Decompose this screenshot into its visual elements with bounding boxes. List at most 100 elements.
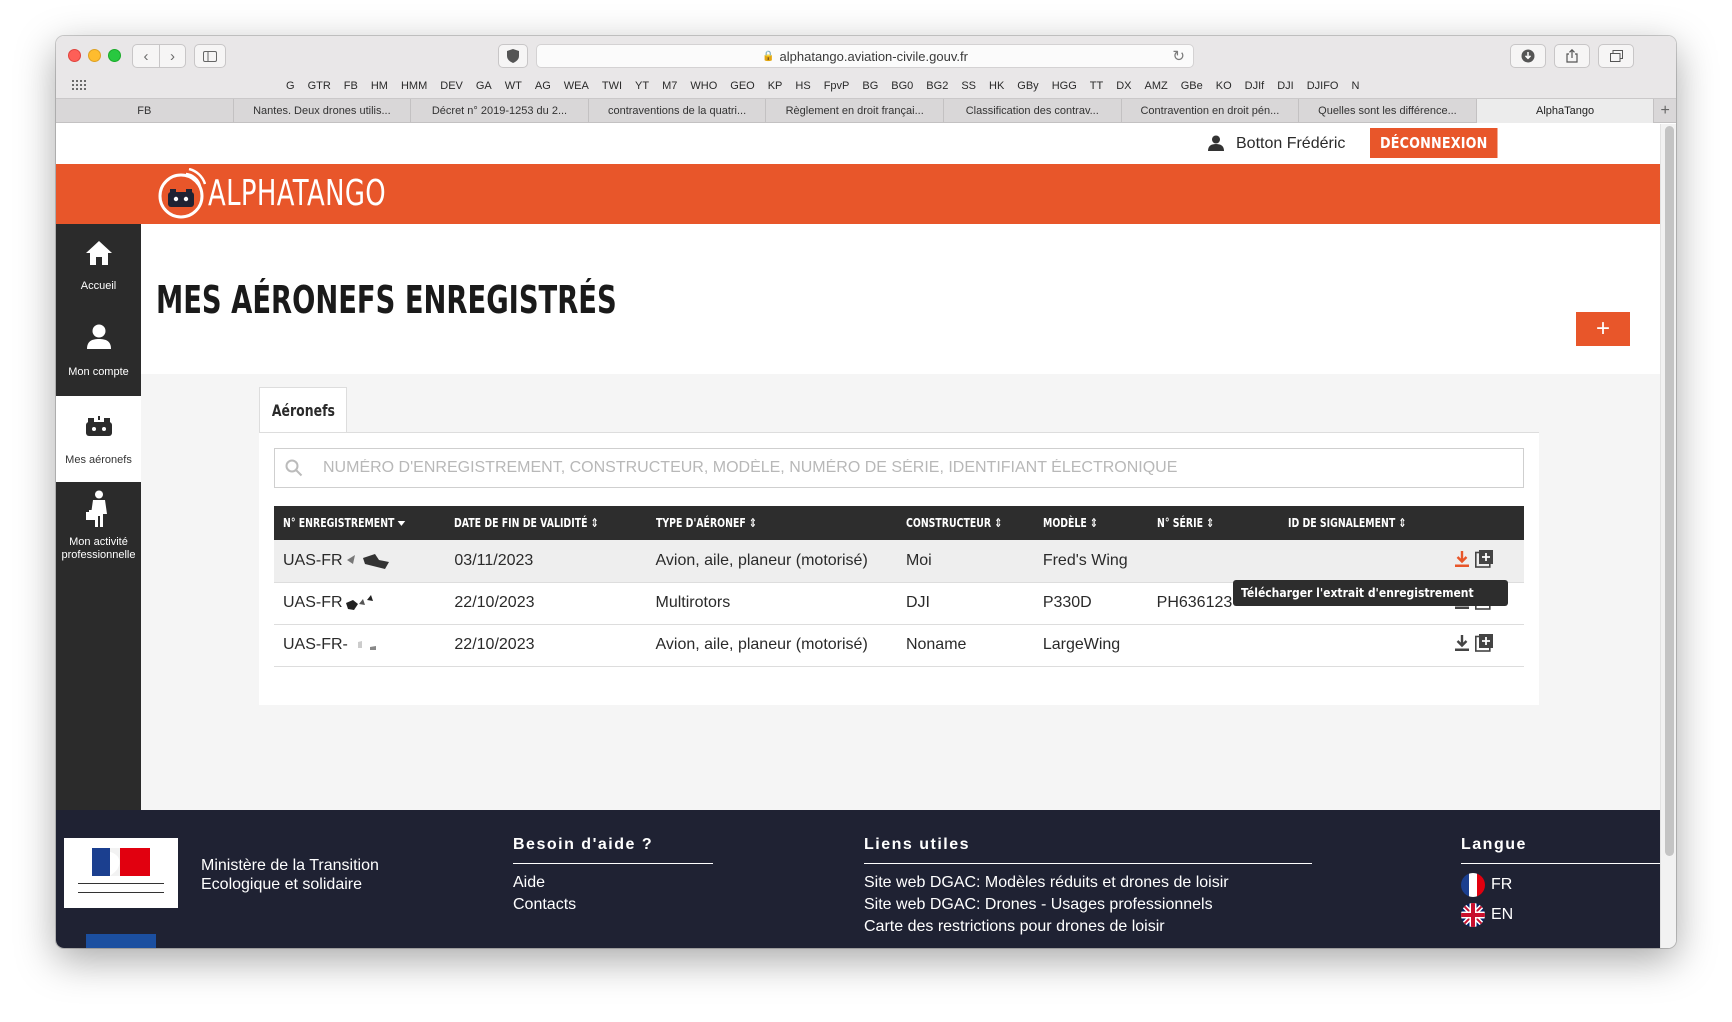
lang-en[interactable]: EN xyxy=(1461,900,1660,930)
col-model[interactable]: MODÈLE ⇕ xyxy=(1033,506,1148,540)
bookmark-item[interactable]: TT xyxy=(1090,80,1103,92)
bookmark-item[interactable]: DJIFO xyxy=(1307,80,1339,92)
footer-link-pro[interactable]: Site web DGAC: Drones - Usages professio… xyxy=(864,894,1312,916)
footer-link-loisir[interactable]: Site web DGAC: Modèles réduits et drones… xyxy=(864,872,1312,894)
nav-item-mes-aeronefs[interactable]: Mes aéronefs xyxy=(56,396,141,482)
browser-tab[interactable]: AlphaTango xyxy=(1476,99,1655,123)
footer-help-title: Besoin d'aide ? xyxy=(513,836,713,864)
lock-icon: 🔒 xyxy=(762,50,775,62)
bookmark-item[interactable]: WEA xyxy=(564,80,589,92)
browser-tab[interactable]: Contravention en droit pén... xyxy=(1122,99,1300,123)
nav-item-activite-pro[interactable]: Mon activité professionnelle xyxy=(56,482,141,582)
search-box xyxy=(274,448,1524,488)
bookmark-item[interactable]: M7 xyxy=(662,80,677,92)
bookmark-item[interactable]: GTR xyxy=(308,80,331,92)
reload-icon[interactable]: ↻ xyxy=(1172,47,1185,65)
browser-tab[interactable]: contraventions de la quatri... xyxy=(589,99,767,123)
bookmark-item[interactable]: TWI xyxy=(602,80,622,92)
bookmark-item[interactable]: HGG xyxy=(1052,80,1077,92)
bookmark-item[interactable]: HK xyxy=(989,80,1004,92)
cell-registration: UAS-FR xyxy=(274,582,446,625)
bookmark-item[interactable]: FpvP xyxy=(824,80,850,92)
add-copy-icon[interactable] xyxy=(1475,633,1494,653)
share-button[interactable] xyxy=(1554,44,1590,68)
bookmark-item[interactable]: FB xyxy=(344,80,358,92)
bookmark-item[interactable]: GEO xyxy=(730,80,754,92)
address-bar[interactable]: 🔒 alphatango.aviation-civile.gouv.fr ↻ xyxy=(536,44,1194,68)
bookmark-item[interactable]: BG0 xyxy=(891,80,913,92)
table-row[interactable]: UAS-FR 03/11/2023 Avion, aile, planeur (… xyxy=(274,540,1524,583)
bookmark-item[interactable]: N xyxy=(1351,80,1359,92)
nav-item-accueil[interactable]: Accueil xyxy=(56,224,141,310)
search-input[interactable] xyxy=(323,449,1513,487)
add-copy-icon[interactable] xyxy=(1475,549,1494,568)
bookmark-item[interactable]: DEV xyxy=(440,80,463,92)
bookmark-item[interactable]: DX xyxy=(1116,80,1131,92)
minimize-window-button[interactable] xyxy=(88,49,101,62)
bookmark-item[interactable]: HM xyxy=(371,80,388,92)
browser-tab[interactable]: Décret n° 2019-1253 du 2... xyxy=(411,99,589,123)
new-tab-button[interactable]: + xyxy=(1654,99,1676,123)
browser-tab[interactable]: Classification des contrav... xyxy=(944,99,1122,123)
logout-button[interactable]: DÉCONNEXION xyxy=(1370,128,1498,158)
bookmark-item[interactable]: HS xyxy=(795,80,810,92)
col-type[interactable]: TYPE D'AÉRONEF ⇕ xyxy=(646,506,897,540)
sidebar-toggle-button[interactable] xyxy=(194,44,226,68)
browser-tab[interactable]: Règlement en droit françai... xyxy=(766,99,944,123)
web-page: Botton Frédéric DÉCONNEXION ALPHATANGO A… xyxy=(56,124,1660,948)
bookmark-item[interactable]: GA xyxy=(476,80,492,92)
footer-link-carte[interactable]: Carte des restrictions pour drones de lo… xyxy=(864,916,1312,938)
cell-model: Fred's Wing xyxy=(1033,540,1148,583)
download-icon[interactable] xyxy=(1454,550,1470,568)
bookmark-item[interactable]: KO xyxy=(1216,80,1232,92)
bookmark-item[interactable]: BG xyxy=(862,80,878,92)
bookmark-item[interactable]: GBe xyxy=(1181,80,1203,92)
bookmark-item[interactable]: G xyxy=(286,80,295,92)
bookmark-item[interactable]: AG xyxy=(535,80,551,92)
col-signal-id[interactable]: ID DE SIGNALEMENT ⇕ xyxy=(1279,506,1446,540)
bookmark-item[interactable]: WT xyxy=(505,80,522,92)
bookmark-item[interactable]: SS xyxy=(961,80,976,92)
main-content: MES AÉRONEFS ENREGISTRÉS + Aéronefs N° E… xyxy=(141,224,1660,810)
footer-link-contacts[interactable]: Contacts xyxy=(513,894,713,916)
tab-overview-button[interactable] xyxy=(1598,44,1634,68)
bookmark-item[interactable]: DJIf xyxy=(1245,80,1265,92)
browser-tab[interactable]: Quelles sont les différence... xyxy=(1299,99,1477,123)
col-label: N° SÉRIE xyxy=(1156,516,1203,530)
tab-label: Aéronefs xyxy=(271,401,335,420)
bookmark-item[interactable]: HMM xyxy=(401,80,427,92)
downloads-button[interactable] xyxy=(1510,44,1546,68)
bookmark-item[interactable]: WHO xyxy=(690,80,717,92)
col-serial[interactable]: N° SÉRIE ⇕ xyxy=(1147,506,1280,540)
cell-type: Avion, aile, planeur (motorisé) xyxy=(646,624,897,667)
tab-aeronefs[interactable]: Aéronefs xyxy=(259,387,347,433)
home-icon xyxy=(86,241,112,265)
close-window-button[interactable] xyxy=(68,49,81,62)
col-label: ID DE SIGNALEMENT xyxy=(1288,516,1396,530)
table-row[interactable]: UAS-FR- 22/10/2023 Avion, aile, planeur … xyxy=(274,624,1524,667)
apps-grid-icon[interactable] xyxy=(72,80,88,92)
bookmark-item[interactable]: BG2 xyxy=(926,80,948,92)
bookmark-item[interactable]: GBy xyxy=(1017,80,1038,92)
col-end-date[interactable]: DATE DE FIN DE VALIDITÉ ⇕ xyxy=(445,506,647,540)
nav-item-mon-compte[interactable]: Mon compte xyxy=(56,310,141,396)
cell-model: P330D xyxy=(1033,582,1148,625)
browser-tab[interactable]: FB xyxy=(56,99,234,123)
download-icon[interactable] xyxy=(1454,634,1470,652)
browser-tab[interactable]: Nantes. Deux drones utilis... xyxy=(234,99,412,123)
footer-link-aide[interactable]: Aide xyxy=(513,872,713,894)
col-registration[interactable]: N° ENREGISTREMENT ⏷ xyxy=(274,506,446,540)
bookmark-item[interactable]: AMZ xyxy=(1144,80,1167,92)
bookmark-item[interactable]: YT xyxy=(635,80,649,92)
bookmark-item[interactable]: DJI xyxy=(1277,80,1294,92)
bookmark-item[interactable]: KP xyxy=(768,80,783,92)
maximize-window-button[interactable] xyxy=(108,49,121,62)
back-button[interactable]: ‹ xyxy=(133,45,159,67)
lang-fr[interactable]: FR xyxy=(1461,870,1660,900)
col-maker[interactable]: CONSTRUCTEUR ⇕ xyxy=(896,506,1034,540)
page-scrollbar[interactable] xyxy=(1665,126,1674,856)
add-aircraft-button[interactable]: + xyxy=(1576,312,1630,346)
forward-button[interactable]: › xyxy=(159,45,185,67)
privacy-report-button[interactable] xyxy=(498,44,528,68)
col-actions xyxy=(1445,506,1524,540)
